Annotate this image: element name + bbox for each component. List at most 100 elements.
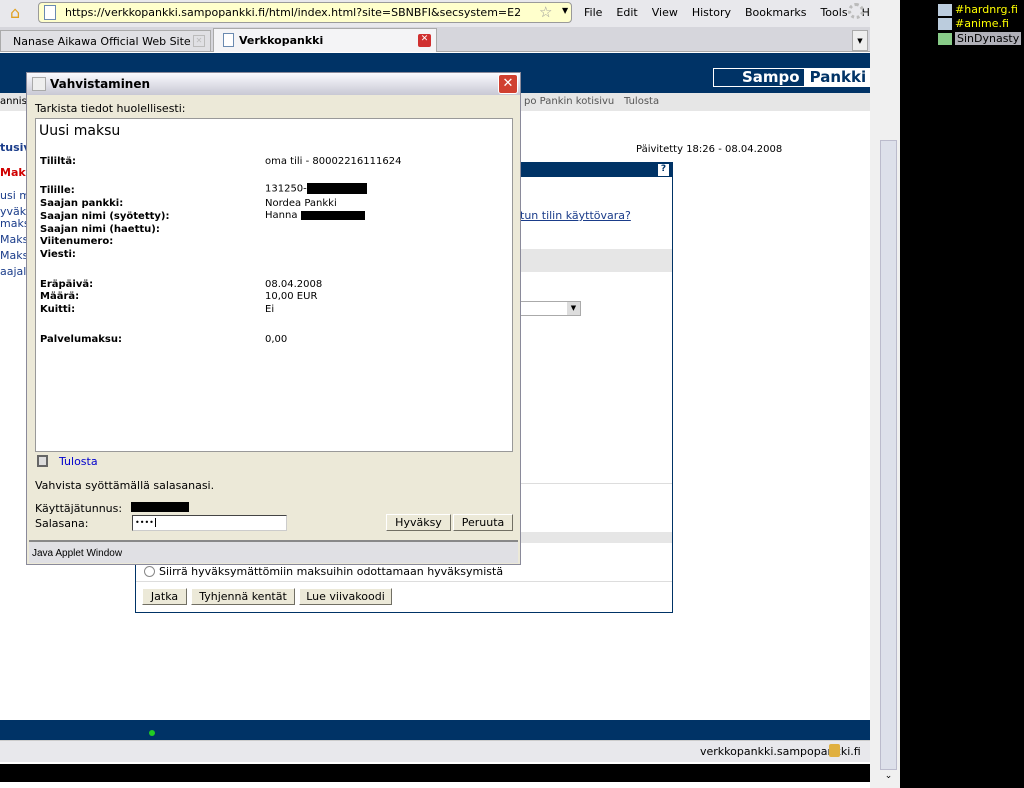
row-value: 0,00 — [265, 334, 288, 345]
tab-list-button[interactable]: ▼ — [852, 30, 868, 51]
clear-fields-button[interactable]: Tyhjennä kentät — [191, 588, 295, 605]
close-icon[interactable]: ✕ — [418, 34, 431, 47]
updated-timestamp: Päivitetty 18:26 - 08.04.2008 — [636, 144, 783, 155]
confirm-text: Vahvista syöttämällä salasanasi. — [35, 479, 215, 492]
redaction — [306, 183, 367, 194]
cancel-button[interactable]: Peruuta — [453, 514, 513, 531]
status-dot-icon — [149, 730, 155, 736]
scrollbar[interactable]: ⌄ — [870, 0, 900, 788]
password-label: Salasana: — [35, 517, 89, 530]
tree-item[interactable]: #hardnrg.fi — [938, 3, 1018, 16]
row-label: Kuitti: — [40, 304, 76, 315]
nav-fragment[interactable]: annis — [0, 96, 27, 107]
menu-view[interactable]: View — [652, 6, 678, 19]
scroll-down-icon[interactable]: ⌄ — [880, 771, 897, 785]
tab-nanase[interactable]: Nanase Aikawa Official Web Site ✕ — [0, 30, 211, 52]
confirm-dialog: Vahvistaminen ✕ Tarkista tiedot huolelli… — [26, 72, 521, 565]
row-value-wrap: 131250- — [265, 183, 367, 195]
printer-icon[interactable] — [37, 455, 48, 467]
row-value: Ei — [265, 304, 275, 315]
channel-icon — [938, 4, 952, 16]
tab-verkkopankki[interactable]: Verkkopankki ✕ — [213, 28, 437, 52]
details-box: Uusi maksu Tililtä: oma tili - 8000221611… — [35, 118, 513, 452]
channel-icon — [938, 18, 952, 30]
continue-button[interactable]: Jatka — [142, 588, 187, 605]
java-icon — [32, 77, 46, 91]
menu-file[interactable]: File — [584, 6, 602, 19]
row-value: 131250- — [265, 183, 307, 195]
close-icon[interactable]: ✕ — [193, 35, 205, 47]
help-button[interactable]: ? — [658, 164, 669, 176]
menu-history[interactable]: History — [692, 6, 731, 19]
tab-label: Nanase Aikawa Official Web Site — [13, 35, 191, 48]
sidebar-item[interactable]: aajal — [0, 265, 26, 278]
divider — [136, 581, 672, 582]
redaction — [300, 210, 365, 220]
row-value-wrap: Hanna — [265, 210, 365, 221]
tab-label: Verkkopankki — [239, 34, 324, 47]
account-select[interactable]: ▼ — [520, 301, 581, 316]
tree-label: SinDynasty — [955, 32, 1022, 45]
page-icon — [223, 33, 234, 47]
username-redacted — [131, 502, 189, 512]
dialog-titlebar[interactable]: Vahvistaminen ✕ — [27, 73, 520, 95]
row-label: Eräpäivä: — [40, 279, 94, 290]
star-icon[interactable]: ☆ — [539, 3, 552, 21]
row-label: Tilille: — [40, 185, 75, 196]
row-value: Hanna — [265, 210, 298, 221]
url-bar[interactable]: https://verkkopankki.sampopankki.fi/html… — [38, 2, 572, 23]
row-label: Määrä: — [40, 291, 80, 302]
menu-edit[interactable]: Edit — [616, 6, 637, 19]
applet-footer: Java Applet Window — [29, 540, 518, 563]
taskbar-strip — [0, 764, 880, 782]
home-icon[interactable]: ⌂ — [10, 3, 20, 22]
row-label: Saajan pankki: — [40, 198, 124, 209]
username-label: Käyttäjätunnus: — [35, 502, 123, 515]
row-value: Nordea Pankki — [265, 198, 337, 209]
read-barcode-button[interactable]: Lue viivakoodi — [299, 588, 392, 605]
row-value: 08.04.2008 — [265, 279, 323, 290]
logo-right: Pankki — [804, 68, 872, 87]
nav-home-link[interactable]: po Pankin kotisivu — [524, 96, 614, 107]
password-value: •••• — [135, 518, 154, 527]
url-text: https://verkkopankki.sampopankki.fi/html… — [65, 6, 522, 19]
dropdown-icon[interactable]: ▼ — [562, 6, 568, 15]
text-cursor — [154, 518, 156, 527]
sampo-pankki-logo: Sampo Pankki — [713, 68, 872, 87]
dialog-title: Vahvistaminen — [50, 77, 151, 91]
print-link[interactable]: Tulosta — [59, 455, 98, 468]
row-label: Viitenumero: — [40, 236, 114, 247]
password-input[interactable]: •••• — [132, 515, 287, 531]
tree-label: #hardnrg.fi — [955, 3, 1018, 16]
close-icon[interactable]: ✕ — [498, 74, 518, 94]
throbber-icon — [848, 3, 864, 19]
row-value: oma tili - 80002216111624 — [265, 156, 402, 167]
balance-link[interactable]: tun tilin käyttövara? — [520, 209, 631, 222]
tab-bar: Nanase Aikawa Official Web Site ✕ Verkko… — [0, 27, 870, 52]
row-label: Saajan nimi (haettu): — [40, 224, 160, 235]
lock-icon[interactable] — [829, 744, 840, 757]
defer-radio-label: Siirrä hyväksymättömiin maksuihin odotta… — [159, 565, 504, 578]
tree-item-selected[interactable]: SinDynasty — [938, 32, 1022, 45]
logo-left: Sampo — [713, 68, 805, 87]
site-footer — [0, 720, 870, 740]
row-value: 10,00 EUR — [265, 291, 318, 302]
scrollbar-thumb[interactable] — [880, 140, 897, 770]
accept-button[interactable]: Hyväksy — [386, 514, 451, 531]
nav-print-link[interactable]: Tulosta — [624, 96, 659, 107]
details-heading: Uusi maksu — [39, 123, 121, 139]
menu-bookmarks[interactable]: Bookmarks — [745, 6, 806, 19]
chevron-down-icon: ▼ — [567, 302, 580, 315]
query-icon — [938, 33, 952, 45]
row-label: Palvelumaksu: — [40, 334, 122, 345]
applet-footer-text: Java Applet Window — [32, 548, 123, 559]
status-bar: verkkopankki.sampopankki.fi — [0, 740, 870, 762]
row-label: Tililtä: — [40, 156, 77, 167]
tree-label: #anime.fi — [955, 17, 1009, 30]
defer-radio[interactable] — [144, 566, 155, 577]
tree-item[interactable]: #anime.fi — [938, 17, 1009, 30]
menu-tools[interactable]: Tools — [820, 6, 847, 19]
page-icon — [44, 5, 56, 20]
navigation-toolbar: ⌂ https://verkkopankki.sampopankki.fi/ht… — [0, 0, 887, 27]
row-label: Saajan nimi (syötetty): — [40, 211, 170, 222]
